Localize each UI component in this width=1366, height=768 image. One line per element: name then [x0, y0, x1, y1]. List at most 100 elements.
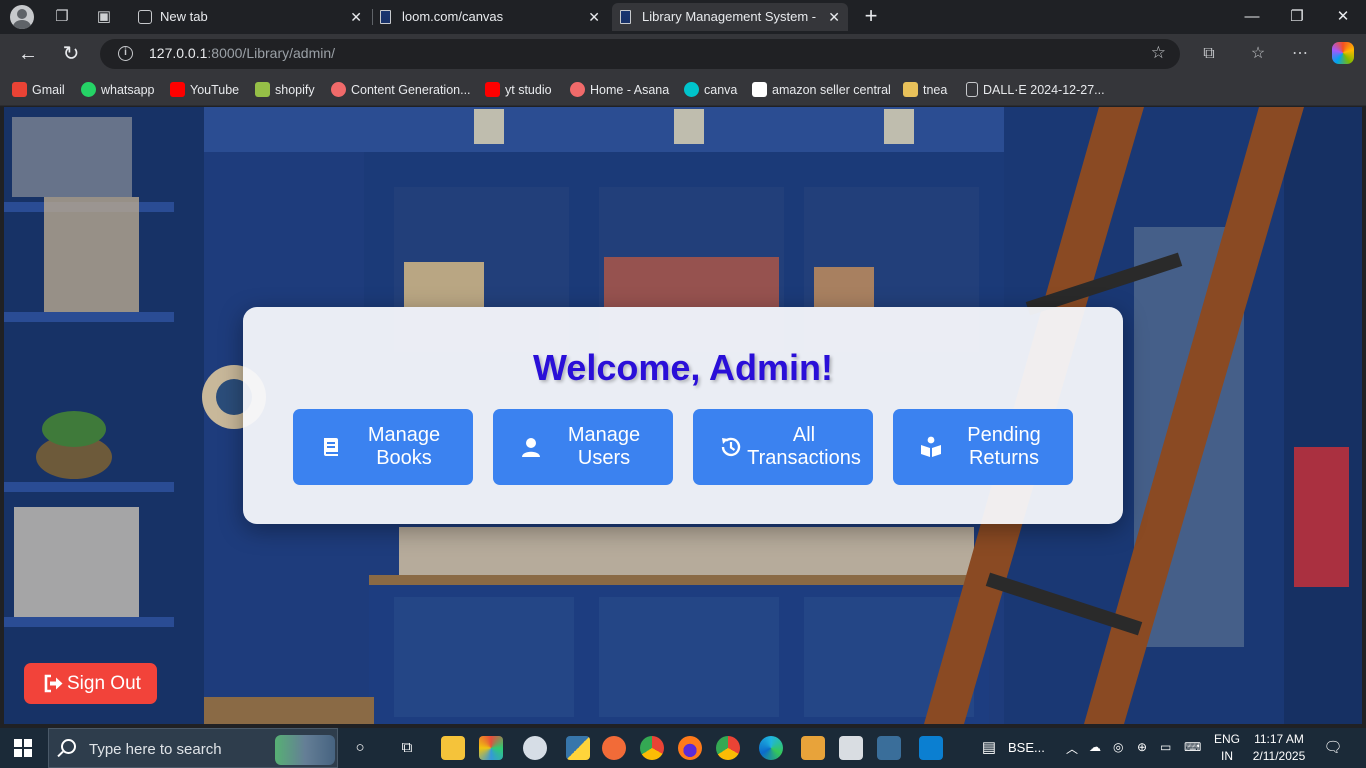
pending-returns-button[interactable]: Pending Returns	[893, 409, 1073, 485]
task-view-icon[interactable]: ⧉	[396, 737, 418, 759]
vscode-icon[interactable]	[919, 736, 943, 760]
vertical-tabs-icon[interactable]: ▣	[94, 7, 114, 27]
bookmark-gmail[interactable]: Gmail	[12, 81, 65, 99]
shopify-icon	[255, 82, 270, 97]
manage-books-label: Manage Books	[367, 424, 441, 469]
bookmark-amazon-seller-central[interactable]: amazon seller central	[752, 81, 891, 99]
window-label[interactable]: BSE...	[1008, 740, 1045, 755]
tab-title: loom.com/canvas	[402, 9, 504, 24]
tab-strip: ❐ ▣ New tab ✕ loom.com/canvas ✕ Library …	[0, 0, 1366, 34]
site-info-icon[interactable]: i	[118, 46, 133, 61]
taskbar-search-box[interactable]: Type here to search	[48, 728, 338, 768]
camera-icon[interactable]: ◎	[1113, 740, 1123, 754]
close-tab-icon[interactable]: ✕	[828, 3, 840, 31]
tab-new-tab[interactable]: New tab ✕	[130, 3, 370, 31]
tab-title: New tab	[160, 9, 208, 24]
sign-out-icon	[44, 674, 63, 693]
welcome-card: Welcome, Admin! Manage Books Manage User…	[243, 307, 1123, 524]
pending-returns-label: Pending Returns	[967, 424, 1041, 469]
bookmark-shopify[interactable]: shopify	[255, 81, 315, 99]
file-explorer-icon[interactable]	[441, 736, 465, 760]
user-icon	[522, 438, 540, 457]
whatsapp-icon	[81, 82, 96, 97]
edge-icon[interactable]	[759, 736, 783, 760]
search-placeholder: Type here to search	[89, 741, 222, 758]
page-icon	[380, 10, 391, 24]
asana-icon	[331, 82, 346, 97]
network-icon[interactable]: ⊕	[1137, 740, 1147, 754]
clock-date: 2/11/2025	[1252, 749, 1306, 763]
youtube-icon	[485, 82, 500, 97]
chrome-icon[interactable]	[640, 736, 664, 760]
all-transactions-label: All Transactions	[747, 424, 861, 469]
refresh-icon[interactable]: ↻	[59, 42, 83, 66]
bookmark-home-asana[interactable]: Home - Asana	[570, 81, 669, 99]
bookmark-canva[interactable]: canva	[684, 81, 737, 99]
cloud-icon[interactable]: ☁	[1089, 740, 1101, 754]
battery-icon[interactable]: ▭	[1160, 740, 1171, 754]
bookmark-dalle[interactable]: DALL·E 2024-12-27...	[966, 81, 1105, 99]
search-highlight-image	[275, 735, 335, 765]
news-widget-icon[interactable]: ▤	[976, 737, 1002, 759]
python-icon[interactable]	[566, 736, 590, 760]
back-icon[interactable]: ←	[16, 42, 40, 66]
keyboard-icon[interactable]: ⌨	[1184, 740, 1201, 754]
language-indicator[interactable]: ENG IN	[1214, 731, 1240, 765]
extensions-icon[interactable]: ⧉	[1198, 43, 1220, 65]
profile-avatar-icon[interactable]	[10, 5, 34, 29]
mysql-workbench-icon[interactable]	[877, 736, 901, 760]
bookmark-whatsapp[interactable]: whatsapp	[81, 81, 155, 99]
new-tab-icon	[138, 10, 152, 24]
sign-out-label: Sign Out	[67, 673, 141, 694]
new-tab-button[interactable]: +	[860, 5, 882, 27]
all-transactions-button[interactable]: All Transactions	[693, 409, 873, 485]
address-bar[interactable]: i 127.0.0.1:8000/Library/admin/ ☆	[100, 39, 1180, 69]
document-app-icon[interactable]	[839, 736, 863, 760]
tab-library-management[interactable]: Library Management System - Fac ✕	[612, 3, 848, 31]
postman-icon[interactable]	[602, 736, 626, 760]
windows-start-icon[interactable]	[14, 739, 32, 757]
asana-icon	[570, 82, 585, 97]
restore-icon[interactable]: ❐	[1285, 6, 1309, 28]
admin-dashboard-page: Welcome, Admin! Manage Books Manage User…	[4, 107, 1362, 724]
close-tab-icon[interactable]: ✕	[350, 3, 362, 31]
cortana-icon[interactable]: ○	[349, 737, 371, 759]
bookmark-tnea[interactable]: tnea	[903, 81, 947, 99]
book-reader-icon	[921, 436, 941, 457]
book-icon	[324, 438, 338, 456]
clock-time: 11:17 AM	[1254, 732, 1304, 746]
bookmark-youtube[interactable]: YouTube	[170, 81, 239, 99]
notifications-icon[interactable]: 🗨	[1322, 737, 1344, 759]
amazon-icon	[752, 82, 767, 97]
favorite-star-icon[interactable]: ☆	[1151, 43, 1166, 63]
show-hidden-icons-icon[interactable]: ︿	[1066, 740, 1078, 757]
bookmark-yt-studio[interactable]: yt studio	[485, 81, 552, 99]
badge-app-icon[interactable]	[801, 736, 825, 760]
page-icon	[620, 10, 631, 24]
taskbar-clock[interactable]: 11:17 AM 2/11/2025	[1248, 731, 1310, 765]
history-icon	[721, 437, 741, 457]
sign-out-button[interactable]: Sign Out	[24, 663, 157, 704]
more-options-icon[interactable]: ⋯	[1289, 43, 1311, 65]
workspaces-icon[interactable]: ❐	[52, 7, 72, 27]
chrome-profile-icon[interactable]	[716, 736, 740, 760]
youtube-icon	[170, 82, 185, 97]
firefox-icon[interactable]	[678, 736, 702, 760]
tab-loom[interactable]: loom.com/canvas ✕	[372, 3, 608, 31]
browser-toolbar: ← ↻ i 127.0.0.1:8000/Library/admin/ ☆ ⧉ …	[0, 34, 1366, 74]
minimize-icon[interactable]: —	[1240, 6, 1264, 28]
tnea-icon	[903, 82, 918, 97]
paint-app-icon[interactable]	[523, 736, 547, 760]
tab-title: Library Management System - Fac	[642, 9, 820, 24]
git-app-icon[interactable]	[479, 736, 503, 760]
close-window-icon[interactable]: ✕	[1331, 6, 1355, 28]
close-tab-icon[interactable]: ✕	[588, 3, 600, 31]
copilot-icon[interactable]	[1332, 42, 1354, 64]
manage-books-button[interactable]: Manage Books	[293, 409, 473, 485]
bookmark-content-generation[interactable]: Content Generation...	[331, 81, 471, 99]
canva-icon	[684, 82, 699, 97]
manage-users-button[interactable]: Manage Users	[493, 409, 673, 485]
search-icon	[61, 739, 76, 754]
favorites-icon[interactable]: ☆	[1247, 43, 1269, 65]
file-icon	[966, 82, 978, 97]
